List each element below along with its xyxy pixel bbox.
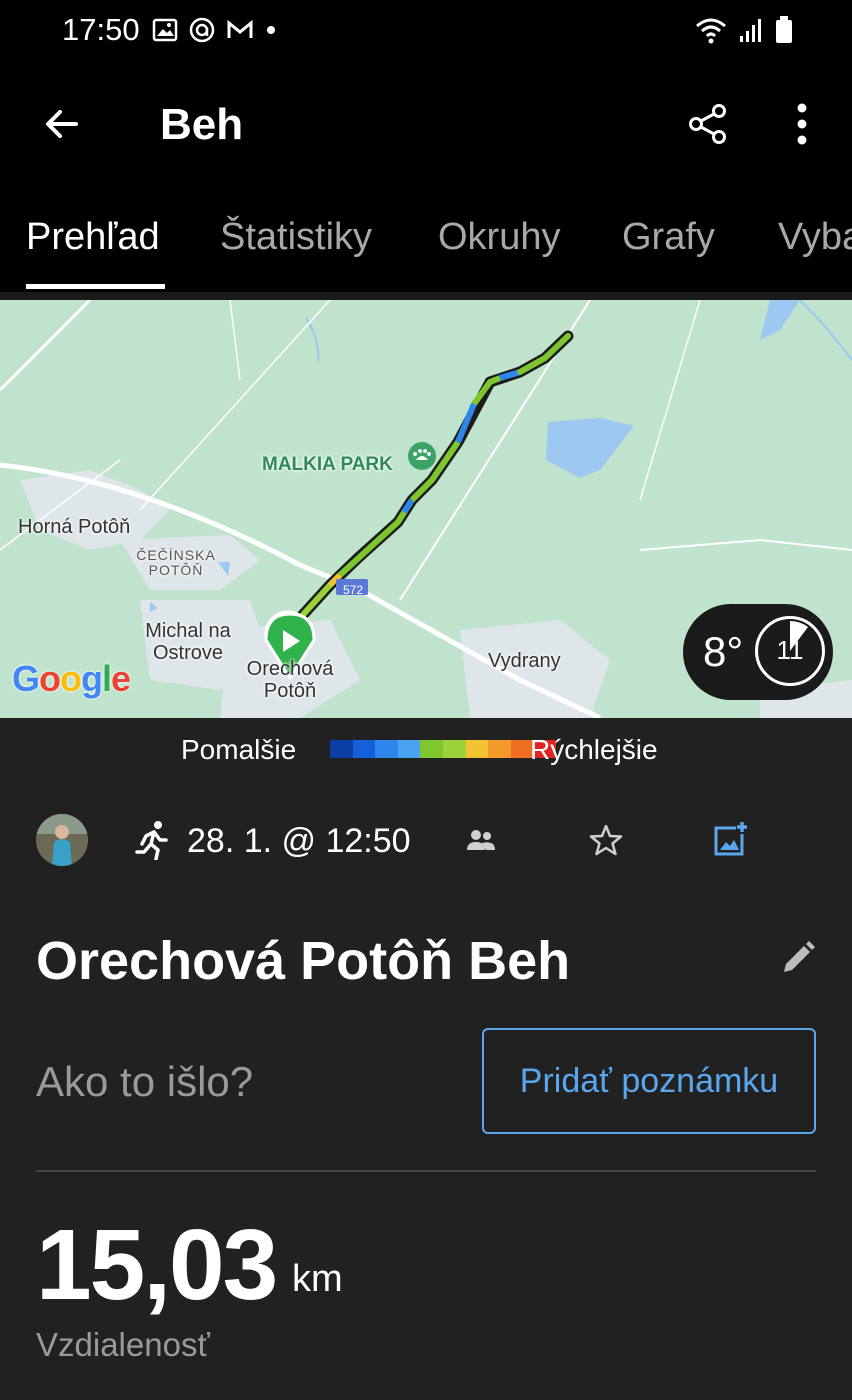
legend-color-segment-3 xyxy=(397,740,421,758)
map-label-michal: Michal na Ostrove xyxy=(145,620,231,664)
map-road-number: 572 xyxy=(342,583,364,597)
add-note-button[interactable]: Pridať poznámku xyxy=(482,1028,816,1134)
route-map[interactable]: Horná Potôň ČEČÍNSKA POTÔŇ Michal na Ost… xyxy=(0,300,852,718)
legend-color-segment-2 xyxy=(375,740,398,758)
signal-icon xyxy=(740,19,761,42)
add-photo-icon[interactable] xyxy=(712,820,750,858)
activity-title: Orechová Potôň Beh xyxy=(36,931,571,991)
map-label-horna: Horná Potôň xyxy=(18,516,131,538)
gmail-icon xyxy=(227,19,253,38)
map-label-vydrany: Vydrany xyxy=(488,650,561,672)
activity-summary: 28. 1. @ 12:50 Orechová Potôň Beh Ako to… xyxy=(0,780,852,1400)
running-icon xyxy=(135,821,168,860)
tab-okruhy[interactable]: Okruhy xyxy=(438,216,560,259)
map-label-malkia-park: MALKIA PARK xyxy=(262,454,393,475)
status-system-icons xyxy=(694,14,794,46)
weather-hour: 11 xyxy=(776,635,804,665)
pencil-icon[interactable] xyxy=(778,938,818,978)
tab-statistiky[interactable]: Štatistiky xyxy=(220,216,372,259)
distance-label: Vzdialenosť xyxy=(36,1326,210,1363)
how-did-it-go-label: Ako to išlo? xyxy=(36,1058,254,1105)
distance-unit: km xyxy=(292,1258,343,1300)
tab-indicator xyxy=(26,284,165,289)
threads-icon xyxy=(189,17,215,43)
legend-color-segment-7 xyxy=(488,740,511,758)
google-logo: Google xyxy=(12,658,131,699)
tab-vybavenie[interactable]: Vyba xyxy=(778,216,852,259)
clock-icon: 11 xyxy=(755,616,825,686)
star-icon[interactable] xyxy=(588,822,624,858)
back-button[interactable] xyxy=(30,92,94,156)
people-icon[interactable] xyxy=(464,826,498,856)
activity-date: 28. 1. @ 12:50 xyxy=(187,822,411,860)
pace-legend: Pomalšie Rýchlejšie xyxy=(0,718,852,780)
tab-grafy[interactable]: Grafy xyxy=(622,216,715,259)
arrow-left-icon xyxy=(46,110,78,138)
status-bar: 17:50 xyxy=(0,0,852,62)
more-options-button[interactable] xyxy=(770,92,834,156)
legend-color-segment-6 xyxy=(465,740,489,758)
more-vertical-icon xyxy=(797,103,807,145)
legend-color-segment-0 xyxy=(330,740,353,758)
legend-color-bar xyxy=(330,740,556,758)
legend-color-segment-4 xyxy=(420,740,443,758)
status-time: 17:50 xyxy=(62,12,140,47)
avatar[interactable] xyxy=(36,814,88,866)
page-title: Beh xyxy=(160,100,244,149)
weather-badge[interactable]: 8° 11 xyxy=(683,604,833,700)
share-icon xyxy=(689,104,726,144)
tabs-divider xyxy=(0,292,852,300)
status-notification-icons xyxy=(152,14,278,46)
tab-bar: Prehľad Štatistiky Okruhy Grafy Vyba xyxy=(0,188,852,292)
legend-color-segment-1 xyxy=(352,740,376,758)
weather-temperature: 8° xyxy=(703,628,744,675)
divider xyxy=(36,1170,816,1172)
app-bar: Beh xyxy=(0,62,852,188)
legend-color-segment-5 xyxy=(442,740,466,758)
map-label-orechova: Orechová Potôň xyxy=(246,658,334,702)
share-button[interactable] xyxy=(676,92,740,156)
map-label-cecinska: ČEČÍNSKA POTÔŇ xyxy=(136,547,216,578)
image-icon xyxy=(152,18,178,42)
legend-slow-label: Pomalšie xyxy=(181,734,297,765)
battery-icon xyxy=(776,16,792,43)
legend-fast-label: Rýchlejšie xyxy=(530,734,658,765)
dot-icon xyxy=(267,26,275,34)
distance-value: 15,03 xyxy=(36,1209,278,1321)
tab-prehlad[interactable]: Prehľad xyxy=(26,216,160,259)
wifi-icon xyxy=(696,18,726,44)
